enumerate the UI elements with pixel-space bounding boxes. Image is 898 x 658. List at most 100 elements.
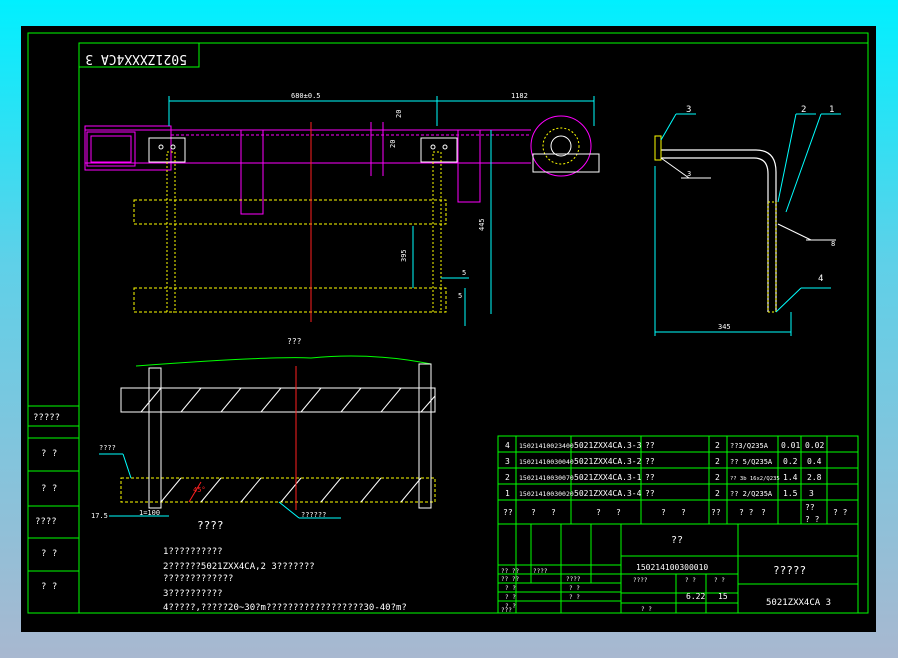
balloon-3: 3 [686,105,691,115]
dim-small-a: 20 [395,110,403,118]
bom-h-3: ? [596,508,601,517]
bom-no-2: 2 [505,473,510,482]
bom-w2-2: 2.8 [807,473,822,482]
bom-w2-0: 0.02 [805,441,824,450]
bom-h-10: ?? [805,503,815,512]
note-2: 2??????5021ZXX4CA,2 3??????? [163,562,315,572]
dim-680: 680±0.5 [291,92,321,100]
dim-17-5: 17.5 [91,512,108,520]
scale-value: 6.22 [686,592,705,601]
bom-h-1: ? [531,508,536,517]
tb-row-2: ?? ?? [501,576,519,583]
bom-w1-1: 0.2 [783,457,798,466]
bom-qty-2: 2 [715,473,720,482]
section-label: ??? [287,337,302,346]
outer-frame [27,32,869,614]
tb-row-1: ???? [533,568,548,575]
weld-mark-a: 3 [687,170,691,178]
bom-mat-2: ?? 3b 16x2/Q235 [730,476,780,482]
bom-name-3: 5021ZXX4CA.3-4 [574,489,642,498]
bom-code-2: 15021410030070 [519,474,574,482]
tb-row-3: ? ? [505,585,516,592]
bom-desc-3: ?? [645,489,655,498]
left-label-0: ????? [33,413,60,423]
dim-1182: 1182 [511,92,528,100]
bom-code-0: 15021410023400 [519,442,574,450]
left-label-2: ? ? [41,484,57,494]
left-label-1: ? ? [41,449,57,459]
weld-label-bottom: ?????? [301,511,326,519]
left-label-4: ? ? [41,549,57,559]
side-view: 345 3 2 1 4 3 8 [654,105,841,336]
note-4: 4?????,?????20~30?m??????????????????30-… [163,603,407,613]
dim-445: 445 [478,218,486,231]
bom-rows: 4 15021410023400 5021ZXX4CA.3-3 ?? 2 ??3… [503,441,848,524]
bom-desc-1: ?? [645,457,655,466]
bom-mat-1: ?? 5/Q235A [730,458,773,466]
note-1: 1?????????? [163,547,223,557]
angle-label: 45° [193,486,206,494]
bom-no-0: 4 [505,441,510,450]
tb-mid-2: ? ? [569,594,580,601]
bom-w1-0: 0.01 [781,441,800,450]
note-2b: ????????????? [163,574,233,584]
title-top-label: ?? [671,535,683,546]
bom-h-6: ? [681,508,686,517]
tb-mid-1: ? ? [569,585,580,592]
bom-qty-0: 2 [715,441,720,450]
drawing-number: 5021ZXX4CA 3 [766,598,831,608]
dim-1-100: 1=100 [139,509,160,517]
bracket-right [420,137,458,163]
bom-h-12: ? ? [833,508,848,517]
bom-no-3: 1 [505,489,510,498]
bom-w2-1: 0.4 [807,457,822,466]
sheet-value: 15 [718,592,728,601]
balloon-1: 1 [829,105,834,115]
weld-mark-b: 8 [831,240,835,248]
bom-w2-3: 3 [809,489,814,498]
beam-upper [133,199,447,225]
dim-395: 395 [400,249,408,262]
bom-qty-1: 2 [715,457,720,466]
bom-no-1: 3 [505,457,510,466]
drawing-code: 150214100300010 [636,563,708,572]
balloon-4: 4 [818,274,823,284]
bom-h-5: ? [661,508,666,517]
weld-label-left: ???? [99,444,116,452]
left-label-5: ? ? [41,582,57,592]
bom-h-8: ? ? [739,508,754,517]
bom-h-4: ? [616,508,621,517]
bom-h-7: ?? [711,508,721,517]
bom-name-1: 5021ZXX4CA.3-2 [574,457,642,466]
tb-sub-2: ? ? [714,577,725,584]
bom-code-3: 15021410030020 [519,490,574,498]
tb-row-6: ??? [501,607,512,614]
bom-name-2: 5021ZXX4CA.3-1 [574,473,642,482]
tb-row-0: ?? ?? [501,568,519,575]
mirrored-title: 5021ZXXX4CA 3 [85,51,187,66]
bom-mat-0: ??3/Q235A [730,442,769,450]
section-view: ??? 45° ???? ?????? 17.5 1=100 [91,337,436,520]
section-beam-lower [120,477,436,503]
tb-sub-3: ? ? [641,606,652,613]
tb-sub-1: ? ? [685,577,696,584]
beam-lower [133,287,447,313]
bom-qty-3: 2 [715,489,720,498]
dim-345: 345 [718,323,731,331]
balloon-2: 2 [801,105,806,115]
cad-drawing-canvas[interactable]: 5021ZXXX4CA 3 ????? ? ? ? ? ???? ? ? ? ? [21,26,876,632]
tb-row-4: ? ? [505,594,516,601]
drawing-svg: 5021ZXXX4CA 3 ????? ? ? ? ? ???? ? ? ? ? [27,32,869,614]
left-label-3: ???? [35,517,57,527]
bom-desc-0: ?? [645,441,655,450]
main-view: 680±0.5 1182 445 395 20 20 5 5 [84,92,600,326]
wheel [530,115,592,177]
bom-desc-2: ?? [645,473,655,482]
bom-h-11: ? ? [805,515,820,524]
bom-h-0: ?? [503,508,513,517]
bom-w1-3: 1.5 [783,489,798,498]
notes-title: ???? [197,519,224,532]
tb-sub-0: ???? [633,577,648,584]
bom-mat-3: ?? 2/Q235A [730,490,773,498]
company-name: ????? [773,564,806,577]
